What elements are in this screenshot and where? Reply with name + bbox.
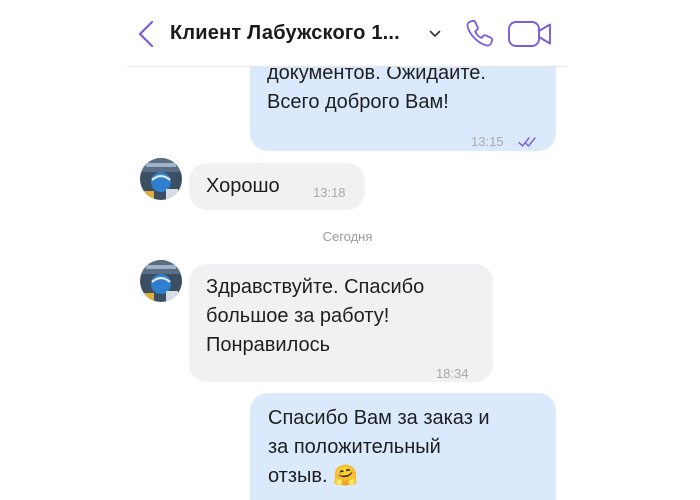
chat-screen: документов. Ожидайте. Всего доброго Вам!… <box>127 0 568 500</box>
contact-name[interactable]: Клиент Лабужского 1... <box>170 21 400 45</box>
call-button[interactable] <box>464 17 496 49</box>
double-check-icon <box>518 128 538 147</box>
contact-avatar[interactable] <box>140 260 182 302</box>
message-time: 13:15 <box>471 134 504 149</box>
message-text: Здравствуйте. Спасибо большое за работу!… <box>206 276 425 356</box>
contact-avatar[interactable] <box>140 158 182 200</box>
message-outgoing[interactable]: Спасибо Вам за заказ и за положительный … <box>250 393 556 500</box>
message-time: 13:18 <box>313 185 346 200</box>
chevron-left-icon <box>138 20 154 48</box>
message-text: документов. Ожидайте. Всего доброго Вам! <box>267 62 486 113</box>
chevron-down-icon[interactable] <box>429 29 441 39</box>
phone-icon <box>466 19 494 47</box>
video-camera-icon <box>508 21 551 47</box>
date-separator: Сегодня <box>322 229 373 244</box>
message-incoming[interactable]: Здравствуйте. Спасибо большое за работу!… <box>189 264 493 382</box>
back-button[interactable] <box>135 20 157 48</box>
message-incoming[interactable]: Хорошо 13:18 <box>189 163 365 210</box>
chat-header: Клиент Лабужского 1... <box>127 0 568 67</box>
message-time: 18:34 <box>436 366 469 381</box>
message-text: Спасибо Вам за заказ и за положительный … <box>268 407 490 487</box>
video-call-button[interactable] <box>507 18 555 50</box>
